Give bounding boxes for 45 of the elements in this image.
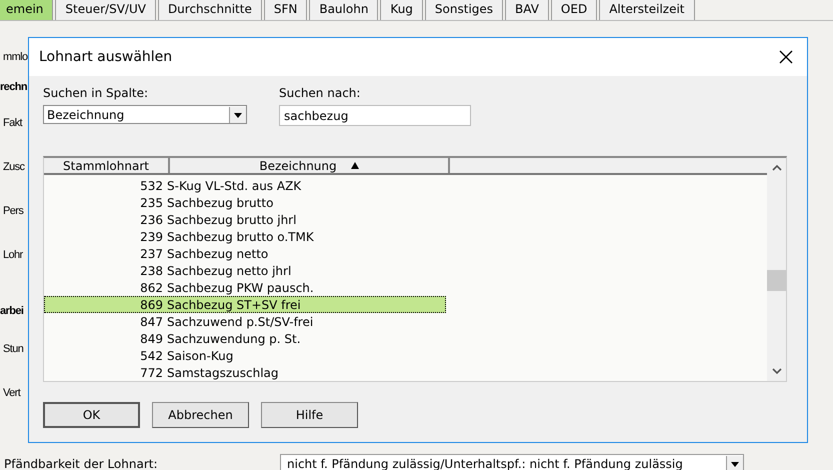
field-label: Stun	[3, 343, 24, 355]
dialog-button[interactable]: OK	[43, 402, 140, 428]
close-icon[interactable]	[779, 50, 793, 64]
field-label: mmlo	[3, 51, 28, 63]
field-label: Lohr	[3, 249, 23, 261]
field-label: Fakt	[3, 117, 22, 129]
list-row[interactable]: 772 Samstagszuschlag	[44, 364, 446, 381]
dialog-title: Lohnart auswählen	[39, 49, 172, 65]
field-label: Zusc	[3, 161, 24, 173]
field-label: Suchen in Spalte:	[43, 86, 150, 100]
field-label: Suchen nach:	[279, 86, 362, 100]
scroll-thumb[interactable]	[767, 270, 786, 291]
field-label: Pfändbarkeit der Lohnart:	[4, 457, 159, 470]
section-heading: arbei	[0, 305, 24, 317]
tab[interactable]: Kug	[380, 0, 423, 20]
tab[interactable]: Durchschnitte	[158, 0, 262, 20]
tab[interactable]: Steuer/SV/UV	[55, 0, 156, 20]
section-heading: rechn	[0, 81, 27, 93]
list-row[interactable]: 532 S-Kug VL-Std. aus AZK	[44, 177, 446, 194]
tab[interactable]: emein	[0, 0, 54, 20]
tab[interactable]: OED	[550, 0, 598, 20]
column-dropdown[interactable]: Bezeichnung	[43, 105, 247, 124]
field-label: Pers	[3, 205, 24, 217]
tab[interactable]: Sonstiges	[424, 0, 504, 20]
list-row[interactable]: 237 Sachbezug netto	[44, 245, 446, 262]
list-row[interactable]: 236 Sachbezug brutto jhrl	[44, 211, 446, 228]
list-row[interactable]: 849 Sachzuwendung p. St.	[44, 330, 446, 347]
tab[interactable]: BAV	[505, 0, 549, 20]
list-row[interactable]: 239 Sachbezug brutto o.TMK	[44, 228, 446, 245]
list-row[interactable]: 235 Sachbezug brutto	[44, 194, 446, 211]
tab[interactable]: Baulohn	[309, 0, 378, 20]
tab[interactable]: SFN	[264, 0, 308, 20]
list-row[interactable]: 542 Saison-Kug	[44, 347, 446, 364]
scroll-down-icon[interactable]	[772, 368, 782, 375]
list-row[interactable]: 847 Sachzuwend p.St/SV-frei	[44, 313, 446, 330]
dialog-button[interactable]: Abbrechen	[152, 402, 249, 428]
dialog-button[interactable]: Hilfe	[261, 402, 358, 428]
tab[interactable]: Altersteilzeit	[599, 0, 694, 20]
list-row[interactable]: 862 Sachbezug PKW pausch.	[44, 279, 446, 296]
scroll-up-icon[interactable]	[772, 164, 782, 171]
search-field[interactable]: sachbezug	[279, 105, 471, 126]
list-row[interactable]: 238 Sachbezug netto jhrl	[44, 262, 446, 279]
field-label: Vert	[3, 387, 20, 399]
scrollbar[interactable]	[767, 158, 786, 381]
list-row[interactable]: 869 Sachbezug ST+SV frei	[44, 296, 446, 313]
